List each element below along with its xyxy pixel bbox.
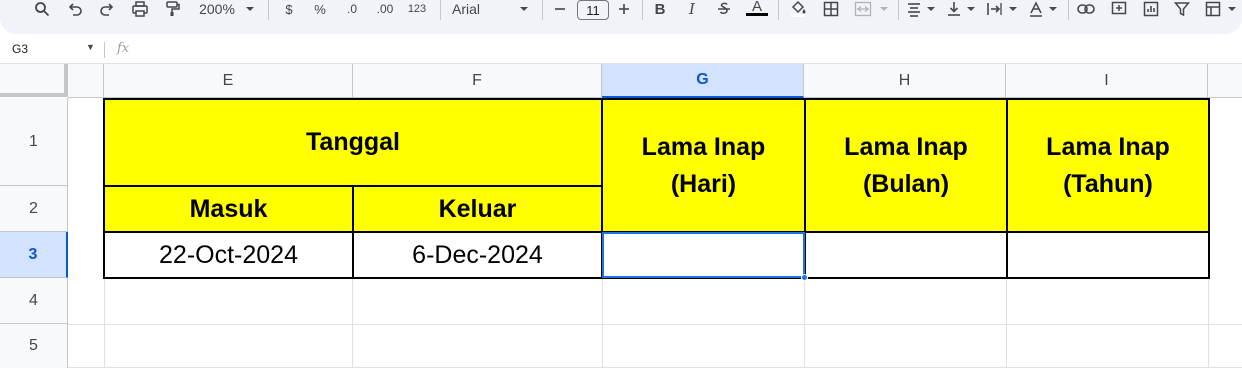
toolbar-divider — [642, 0, 643, 20]
decrease-decimal-button[interactable]: .0 — [340, 0, 364, 18]
chevron-down-icon[interactable] — [518, 0, 530, 18]
print-icon[interactable] — [129, 0, 151, 18]
text-rotation-icon[interactable] — [1026, 0, 1046, 18]
column-header-i[interactable]: I — [1006, 64, 1208, 98]
column-header-j[interactable] — [1208, 64, 1242, 98]
chevron-down-icon[interactable]: ▼ — [86, 42, 95, 52]
chevron-down-icon[interactable] — [878, 0, 890, 18]
spreadsheet-grid: E F G H I 1 2 3 4 5 Tanggal Masuk Keluar… — [0, 64, 1242, 368]
cell-line: Lama Inap — [641, 133, 766, 162]
chevron-down-icon[interactable] — [966, 0, 976, 18]
column-header-h[interactable]: H — [804, 64, 1006, 98]
filter-icon[interactable] — [1172, 0, 1192, 18]
text-color-button[interactable]: A — [746, 0, 768, 16]
zoom-value: 200% — [199, 1, 235, 17]
merge-cells-icon[interactable] — [852, 0, 874, 18]
chevron-down-icon[interactable] — [1048, 0, 1058, 18]
toolbar: 200% $ % .0 .00 123 Arial 11 B I A — [0, 0, 1242, 34]
cell-lama-inap-tahun[interactable]: Lama Inap (Tahun) — [1006, 98, 1210, 233]
search-icon[interactable] — [32, 0, 52, 18]
number-format-button[interactable]: 123 — [406, 0, 428, 18]
chevron-down-icon[interactable] — [1226, 0, 1238, 18]
cell-tanggal[interactable]: Tanggal — [103, 98, 603, 187]
cell-line: (Hari) — [670, 169, 737, 198]
increase-decimal-button[interactable]: .00 — [372, 0, 398, 18]
cell-keluar[interactable]: Keluar — [352, 185, 603, 233]
fill-color-icon[interactable] — [787, 0, 809, 18]
minus-icon[interactable] — [552, 0, 568, 18]
column-header-f[interactable]: F — [353, 64, 602, 98]
comment-icon[interactable] — [1108, 0, 1130, 18]
row-header-2[interactable]: 2 — [0, 186, 68, 232]
link-icon[interactable] — [1075, 0, 1097, 18]
zoom-select[interactable]: 200% — [193, 0, 241, 18]
formula-bar: G3 ▼ fx — [0, 34, 1242, 64]
cell-lama-inap-hari[interactable]: Lama Inap (Hari) — [601, 98, 806, 233]
font-size-input[interactable]: 11 — [577, 0, 609, 20]
formula-input[interactable] — [140, 40, 1230, 58]
percent-button[interactable]: % — [310, 0, 330, 18]
cell-lama-inap-bulan[interactable]: Lama Inap (Bulan) — [804, 98, 1008, 233]
active-cell-selection — [602, 232, 805, 278]
bold-button[interactable]: B — [650, 0, 670, 18]
cell-f3[interactable]: 6-Dec-2024 — [352, 231, 603, 279]
select-all-corner[interactable] — [0, 64, 68, 97]
cell-e3[interactable]: 22-Oct-2024 — [103, 231, 354, 279]
font-family-value: Arial — [452, 1, 481, 17]
text-wrap-icon[interactable] — [984, 0, 1004, 18]
cell-line: (Bulan) — [862, 169, 950, 198]
toolbar-divider — [440, 0, 441, 20]
name-box[interactable]: G3 — [12, 42, 28, 56]
cell-h3[interactable] — [804, 231, 1008, 279]
chevron-down-icon[interactable] — [1008, 0, 1018, 18]
cell-line: Lama Inap — [1046, 133, 1170, 162]
column-header-e[interactable]: E — [104, 64, 353, 98]
paint-format-icon[interactable] — [161, 0, 183, 18]
fill-handle[interactable] — [801, 274, 808, 281]
row-header-3[interactable]: 3 — [0, 232, 68, 278]
borders-icon[interactable] — [820, 0, 842, 18]
currency-button[interactable]: $ — [280, 0, 298, 18]
toolbar-divider — [778, 0, 779, 20]
undo-icon[interactable] — [64, 0, 86, 18]
cell-line: (Tahun) — [1063, 169, 1153, 198]
toolbar-divider — [542, 0, 543, 20]
grid-line — [68, 324, 1242, 325]
redo-icon[interactable] — [96, 0, 118, 18]
column-header-g[interactable]: G — [602, 64, 804, 98]
toolbar-divider — [1068, 0, 1069, 20]
toolbar-divider — [898, 0, 899, 20]
font-family-select[interactable]: Arial — [452, 0, 512, 18]
strikethrough-icon[interactable] — [714, 0, 734, 18]
chart-icon[interactable] — [1140, 0, 1162, 18]
row-header-5[interactable]: 5 — [0, 324, 68, 368]
toolbar-divider — [268, 0, 269, 20]
chevron-down-icon[interactable] — [244, 0, 256, 18]
plus-icon[interactable] — [616, 0, 632, 18]
row-header-1[interactable]: 1 — [0, 98, 68, 186]
cell-masuk[interactable]: Masuk — [103, 185, 354, 233]
row-header-4[interactable]: 4 — [0, 278, 68, 324]
chevron-down-icon[interactable] — [926, 0, 936, 18]
cell-i3[interactable] — [1006, 231, 1210, 279]
horizontal-align-icon[interactable] — [904, 0, 924, 18]
table-view-icon[interactable] — [1202, 0, 1224, 18]
italic-button[interactable]: I — [682, 0, 702, 18]
fx-icon: fx — [117, 41, 130, 56]
formula-divider — [104, 42, 105, 58]
vertical-align-icon[interactable] — [944, 0, 964, 18]
hidden-column-header[interactable] — [68, 64, 104, 98]
cell-line: Lama Inap — [844, 133, 968, 162]
